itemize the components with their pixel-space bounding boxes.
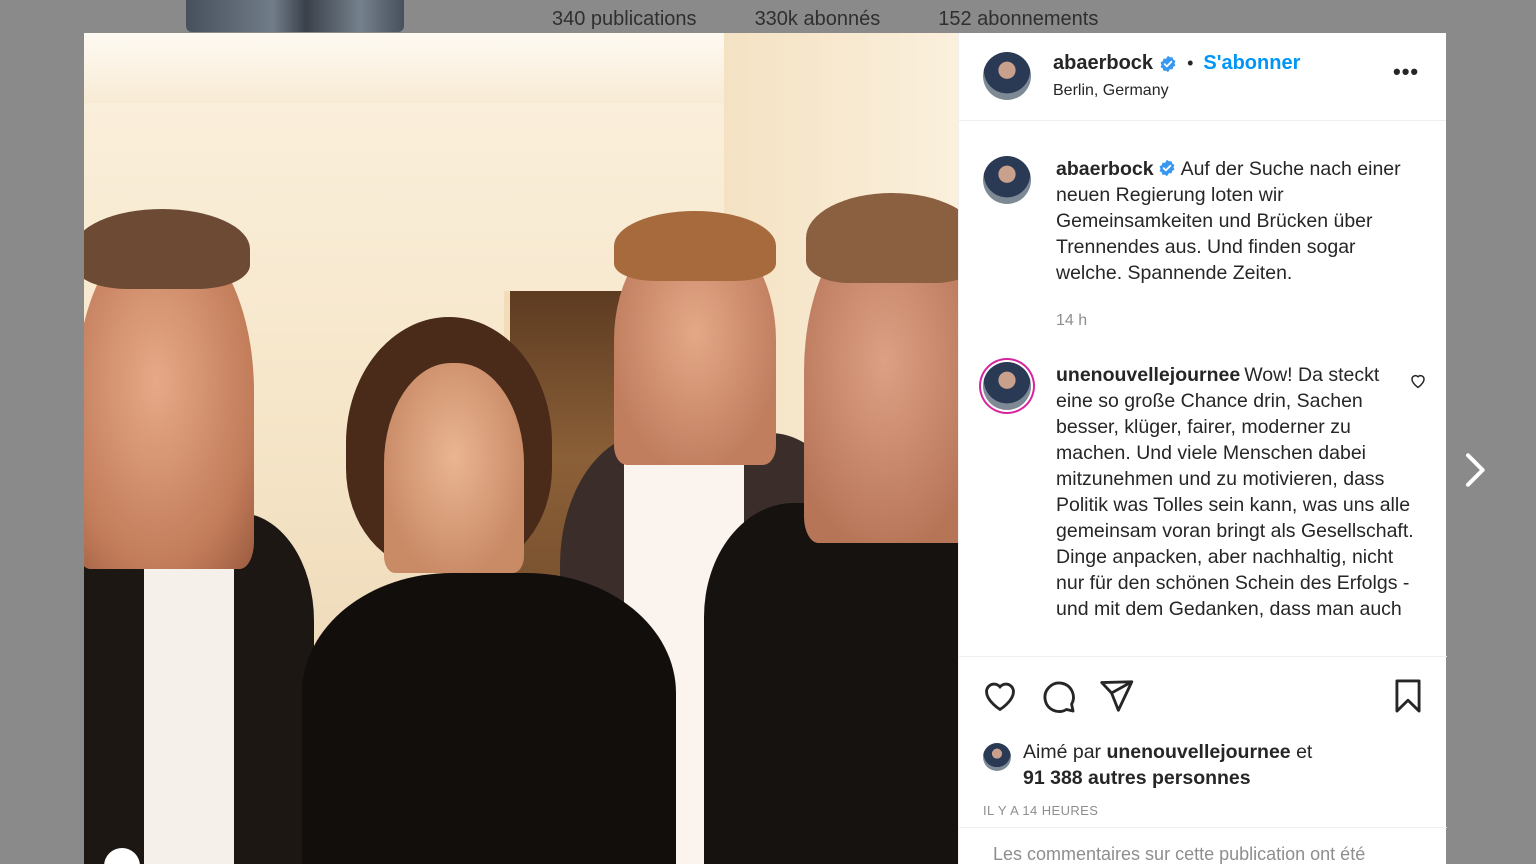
liked-by-others[interactable]: 91 388 autres personnes <box>1023 767 1251 789</box>
send-icon[interactable] <box>1097 677 1135 715</box>
separator-dot: • <box>1187 53 1194 73</box>
follow-button[interactable]: S'abonner <box>1203 52 1300 75</box>
post-timestamp[interactable]: IL Y A 14 HEURES <box>983 803 1098 818</box>
likes-summary: Aimé par unenouvellejournee et 91 388 au… <box>983 739 1312 791</box>
background-profile-avatar <box>186 0 404 32</box>
photo-person-2-head <box>384 363 524 573</box>
photo-person-3-hair <box>614 211 776 281</box>
photo-person-1-shirt <box>144 533 234 864</box>
post-side-panel: abaerbock • S'abonner Berlin, Germany ••… <box>958 33 1447 864</box>
post-actions: Aimé par unenouvellejournee et 91 388 au… <box>959 656 1447 864</box>
post-location[interactable]: Berlin, Germany <box>1053 82 1169 100</box>
photo-person-4-hair <box>806 193 958 283</box>
comment-like-heart-icon[interactable] <box>1409 372 1427 390</box>
posts-count: 340 publications <box>552 8 697 30</box>
author-row: abaerbock • S'abonner <box>1053 52 1300 75</box>
liker-avatar[interactable] <box>983 743 1011 771</box>
more-options-button[interactable]: ••• <box>1393 59 1419 85</box>
photo-person-4-body <box>704 503 958 864</box>
comment-text: Wow! Da steckt eine so große Chance drin… <box>1056 364 1414 620</box>
following-count: 152 abonnements <box>938 8 1099 30</box>
caption-time[interactable]: 14 h <box>1056 308 1416 334</box>
commenter-username[interactable]: unenouvellejournee <box>1056 364 1240 386</box>
followers-count: 330k abonnés <box>754 8 881 30</box>
liked-by-prefix: Aimé par <box>1023 741 1102 763</box>
post-modal: abaerbock • S'abonner Berlin, Germany ••… <box>84 33 1447 864</box>
comments-disabled-note: Les commentaires sur cette publication o… <box>959 827 1447 864</box>
post-photo[interactable] <box>84 33 958 864</box>
caption-body: abaerbock Auf der Suche nach einer neuen… <box>1056 156 1416 334</box>
photo-person-1-hair <box>84 209 250 289</box>
comments-list[interactable]: abaerbock Auf der Suche nach einer neuen… <box>959 122 1447 656</box>
profile-stats: 340 publications 330k abonnés 152 abonne… <box>552 8 1098 31</box>
liked-by-user[interactable]: unenouvellejournee <box>1106 741 1290 763</box>
comment-icon[interactable] <box>1039 677 1077 715</box>
heart-icon[interactable] <box>981 677 1019 715</box>
verified-badge-icon <box>1159 159 1174 177</box>
likes-text: Aimé par unenouvellejournee et 91 388 au… <box>1023 739 1312 791</box>
caption-author-avatar[interactable] <box>983 156 1031 204</box>
caption-author-username[interactable]: abaerbock <box>1056 158 1154 180</box>
author-username[interactable]: abaerbock <box>1053 52 1153 75</box>
liked-by-and: et <box>1296 741 1313 763</box>
bookmark-icon[interactable] <box>1389 677 1427 715</box>
author-avatar[interactable] <box>983 52 1031 100</box>
background-profile-header: 340 publications 330k abonnés 152 abonne… <box>0 0 1536 32</box>
photo-person-2-body <box>302 573 676 864</box>
verified-badge-icon <box>1160 55 1176 72</box>
chevron-right-icon[interactable] <box>1460 450 1492 490</box>
comment-body: unenouvellejournee Wow! Da steckt eine so… <box>1056 362 1416 622</box>
post-header: abaerbock • S'abonner Berlin, Germany ••… <box>959 33 1446 121</box>
commenter-avatar[interactable] <box>983 362 1031 410</box>
